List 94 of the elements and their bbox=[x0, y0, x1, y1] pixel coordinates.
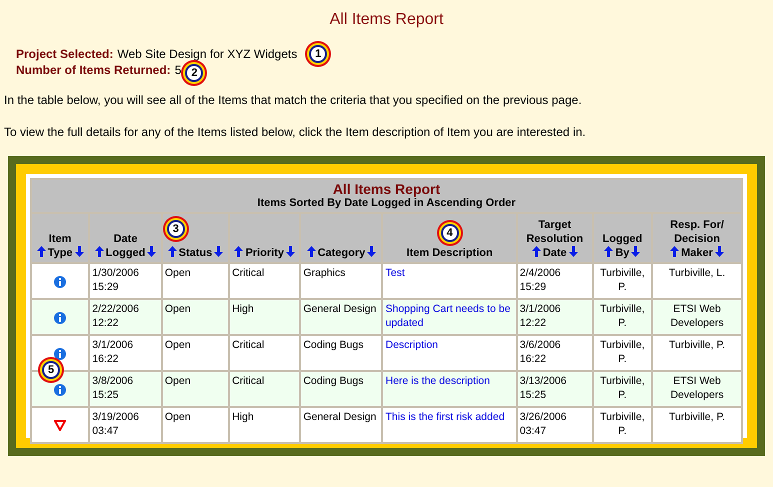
summary-value: 5 bbox=[174, 62, 182, 79]
callout-badge: 3 bbox=[162, 216, 189, 242]
category-cell: General Design bbox=[303, 303, 376, 315]
logged-by-cell-text: Turbiville, P. bbox=[599, 374, 646, 402]
sort-descending-icon[interactable] bbox=[714, 246, 724, 257]
sort-descending-icon[interactable] bbox=[147, 246, 156, 257]
info-icon bbox=[54, 276, 66, 288]
column-label: Target bbox=[537, 218, 572, 232]
column-label: Logged bbox=[602, 232, 644, 246]
category-cell: Coding Bugs bbox=[303, 375, 364, 387]
sort-ascending-icon[interactable] bbox=[670, 246, 680, 257]
info-icon bbox=[54, 384, 66, 396]
responsible-cell-text: ETSI Web Developers bbox=[669, 374, 725, 402]
summary-value: Web Site Design for XYZ Widgets bbox=[117, 46, 298, 63]
responsible-cell-text: ETSI Web Developers bbox=[669, 302, 725, 330]
column-header[interactable]: 4 Item Description bbox=[383, 214, 516, 262]
summary-label: Number of Items Returned: bbox=[16, 62, 171, 79]
category-cell: General Design bbox=[303, 411, 376, 423]
sort-descending-icon[interactable] bbox=[74, 246, 84, 257]
column-header[interactable]: Resp. For/ Decision Maker bbox=[653, 214, 741, 262]
date-cell-text: 3/8/2006 15:25 bbox=[92, 374, 134, 402]
date-cell-text: 2/4/2006 15:29 bbox=[520, 266, 562, 294]
status-cell: Open bbox=[164, 339, 191, 351]
sort-descending-icon[interactable] bbox=[367, 246, 376, 257]
sort-ascending-icon[interactable] bbox=[234, 246, 244, 257]
sort-ascending-icon[interactable] bbox=[94, 246, 104, 257]
date-cell-text: 3/26/2006 03:47 bbox=[520, 410, 568, 438]
column-label: Maker bbox=[681, 247, 713, 259]
priority-cell: Critical bbox=[232, 267, 264, 279]
date-cell-text: 3/1/2006 12:22 bbox=[520, 302, 562, 330]
sort-ascending-icon[interactable] bbox=[36, 246, 46, 257]
logged-by-cell-text: Turbiville, P. bbox=[599, 266, 646, 294]
category-cell: Coding Bugs bbox=[303, 339, 364, 351]
priority-cell: Critical bbox=[232, 375, 264, 387]
sort-descending-icon[interactable] bbox=[286, 246, 295, 257]
summary-label: Project Selected: bbox=[16, 46, 114, 63]
responsible-cell-text: Turbiville, P. bbox=[668, 410, 726, 424]
priority-cell: High bbox=[232, 303, 254, 315]
responsible-cell-text: Turbiville, L. bbox=[668, 266, 726, 280]
column-label: Status bbox=[178, 247, 212, 259]
logged-by-cell-text: Turbiville, P. bbox=[599, 338, 646, 366]
responsible-cell-text: Turbiville, P. bbox=[668, 338, 726, 352]
column-header[interactable]: Category bbox=[301, 214, 382, 262]
column-label: Date bbox=[542, 247, 567, 259]
column-header[interactable]: 3 Status bbox=[162, 214, 228, 262]
date-cell-text: 3/19/2006 03:47 bbox=[92, 410, 140, 438]
column-header[interactable]: Item Type bbox=[32, 214, 88, 262]
table-title: All Items Report bbox=[332, 182, 442, 196]
instruction-text: To view the full details for any of the Items listed below, click the Item description of Item you are interested in. bbox=[4, 124, 587, 140]
logged-by-cell-text: Turbiville, P. bbox=[599, 410, 646, 438]
instruction-text: In the table below, you will see all of the Items that match the criteria that you specified on the previous page. bbox=[4, 92, 583, 108]
status-cell: Open bbox=[164, 267, 191, 279]
callout-badge: 4 bbox=[436, 220, 463, 246]
sort-descending-icon[interactable] bbox=[214, 246, 224, 257]
date-cell-text: 2/22/2006 12:22 bbox=[92, 302, 140, 330]
status-cell: Open bbox=[164, 375, 191, 387]
column-label: Resolution bbox=[525, 232, 584, 246]
warning-triangle-icon bbox=[54, 420, 66, 432]
column-label: Date bbox=[112, 232, 138, 246]
sort-ascending-icon[interactable] bbox=[604, 246, 614, 257]
column-label: Type bbox=[48, 247, 73, 259]
page-title: All Items Report bbox=[328, 10, 444, 30]
column-header[interactable]: Date Logged bbox=[90, 214, 161, 262]
category-cell: Graphics bbox=[303, 267, 346, 279]
date-cell-text: 3/6/2006 16:22 bbox=[520, 338, 562, 366]
sort-ascending-icon[interactable] bbox=[306, 246, 316, 257]
column-label: Resp. For/ bbox=[669, 218, 725, 232]
column-header[interactable]: Priority bbox=[230, 214, 300, 262]
logged-by-cell-text: Turbiville, P. bbox=[599, 302, 646, 330]
column-label: Item bbox=[48, 232, 72, 246]
column-header[interactable]: Target Resolution Date bbox=[518, 214, 592, 262]
table-subtitle: Items Sorted By Date Logged in Ascending Order bbox=[256, 197, 517, 210]
column-label: Decision bbox=[673, 232, 721, 246]
column-label: Category bbox=[318, 247, 366, 259]
date-cell-text: 1/30/2006 15:29 bbox=[92, 266, 140, 294]
priority-cell: Critical bbox=[232, 339, 264, 351]
priority-cell: High bbox=[232, 411, 254, 423]
column-label: Logged bbox=[106, 247, 146, 259]
sort-ascending-icon[interactable] bbox=[168, 246, 177, 257]
column-label: Item Description bbox=[406, 247, 493, 259]
sort-descending-icon[interactable] bbox=[631, 246, 640, 257]
info-icon bbox=[54, 312, 66, 324]
callout-badge: 2 bbox=[181, 60, 208, 86]
date-cell-text: 3/13/2006 15:25 bbox=[520, 374, 568, 402]
status-cell: Open bbox=[164, 303, 191, 315]
column-label: By bbox=[615, 247, 630, 259]
info-icon bbox=[54, 348, 66, 360]
column-header[interactable]: Logged By bbox=[594, 214, 652, 262]
status-cell: Open bbox=[164, 411, 191, 423]
date-cell-text: 3/1/2006 16:22 bbox=[92, 338, 134, 366]
column-label: Priority bbox=[245, 247, 284, 259]
sort-descending-icon[interactable] bbox=[568, 246, 578, 257]
callout-badge: 1 bbox=[305, 41, 332, 67]
sort-ascending-icon[interactable] bbox=[532, 246, 541, 257]
